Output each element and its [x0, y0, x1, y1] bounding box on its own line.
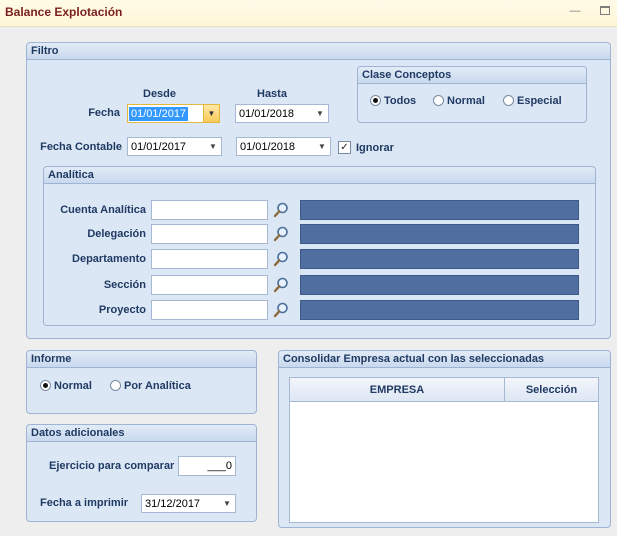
- radio-informe-normal[interactable]: Normal: [40, 380, 92, 392]
- radio-icon: [110, 380, 121, 391]
- radio-por-analitica-label: Por Analítica: [124, 380, 191, 392]
- radio-todos[interactable]: Todos: [370, 95, 416, 107]
- radio-normal-label: Normal: [447, 95, 485, 107]
- fecha-imprimir-combo[interactable]: 31/12/2017 ▼: [141, 494, 236, 513]
- radio-selected-icon: [40, 380, 51, 391]
- informe-group: Informe Normal Por Analítica: [26, 350, 257, 414]
- clase-conceptos-group: Clase Conceptos Todos Normal Especial: [357, 66, 587, 123]
- minimize-icon[interactable]: —: [568, 4, 582, 18]
- fecha-contable-desde-value: 01/01/2017: [131, 141, 187, 153]
- fecha-contable-desde-combo[interactable]: 01/01/2017 ▼: [127, 137, 222, 156]
- proyecto-description: [300, 300, 579, 320]
- desde-label: Desde: [143, 88, 177, 100]
- radio-especial-label: Especial: [517, 95, 562, 107]
- ignorar-label: Ignorar: [356, 142, 394, 154]
- magnifier-icon[interactable]: [272, 250, 290, 268]
- radio-por-analitica[interactable]: Por Analítica: [110, 380, 191, 392]
- fecha-contable-label: Fecha Contable: [40, 141, 122, 153]
- analitica-title: Analítica: [44, 167, 595, 184]
- chevron-down-icon[interactable]: ▼: [312, 105, 328, 122]
- window-body: Filtro Desde Hasta Fecha 01/01/2017 ▼ 01…: [0, 27, 617, 536]
- fecha-desde-combo[interactable]: 01/01/2017 ▼: [127, 104, 220, 123]
- delegacion-description: [300, 224, 579, 244]
- ejercicio-label: Ejercicio para comparar: [49, 460, 175, 472]
- cuenta-analitica-input[interactable]: [151, 200, 268, 220]
- radio-icon: [503, 95, 514, 106]
- fecha-imprimir-value: 31/12/2017: [145, 498, 201, 510]
- chevron-down-icon[interactable]: ▼: [314, 138, 330, 155]
- magnifier-icon[interactable]: [272, 301, 290, 319]
- cuenta-analitica-description: [300, 200, 579, 220]
- cuenta-analitica-label: Cuenta Analítica: [60, 204, 146, 216]
- analitica-group: Analítica Cuenta Analítica Delegación De…: [43, 166, 596, 326]
- datos-adicionales-group: Datos adicionales Ejercicio para compara…: [26, 424, 257, 522]
- filtro-group: Filtro Desde Hasta Fecha 01/01/2017 ▼ 01…: [26, 42, 611, 339]
- radio-informe-normal-label: Normal: [54, 380, 92, 392]
- fecha-hasta-combo[interactable]: 01/01/2018 ▼: [235, 104, 329, 123]
- radio-selected-icon: [370, 95, 381, 106]
- radio-todos-label: Todos: [384, 95, 417, 107]
- consolidar-group: Consolidar Empresa actual con las selecc…: [278, 350, 611, 528]
- chevron-down-icon[interactable]: ▼: [219, 495, 235, 512]
- fecha-hasta-value: 01/01/2018: [239, 108, 295, 120]
- empresa-column-header[interactable]: EMPRESA: [290, 378, 505, 402]
- seccion-input[interactable]: [151, 275, 268, 295]
- ignorar-checkbox[interactable]: ✓: [338, 141, 351, 154]
- datos-adicionales-title: Datos adicionales: [27, 425, 256, 442]
- delegacion-input[interactable]: [151, 224, 268, 244]
- ejercicio-input[interactable]: ___0: [178, 456, 236, 476]
- chevron-down-icon[interactable]: ▼: [203, 105, 219, 122]
- departamento-input[interactable]: [151, 249, 268, 269]
- filtro-title: Filtro: [27, 43, 610, 60]
- title-bar: Balance Explotación —: [0, 0, 617, 27]
- fecha-imprimir-label: Fecha a imprimir: [40, 497, 129, 509]
- departamento-label: Departamento: [72, 253, 146, 265]
- maximize-icon[interactable]: [598, 4, 612, 18]
- seleccion-column-header[interactable]: Selección: [505, 378, 598, 402]
- radio-especial[interactable]: Especial: [503, 95, 562, 107]
- magnifier-icon[interactable]: [272, 201, 290, 219]
- radio-normal[interactable]: Normal: [433, 95, 485, 107]
- seccion-label: Sección: [103, 279, 146, 291]
- proyecto-input[interactable]: [151, 300, 268, 320]
- consolidar-title: Consolidar Empresa actual con las selecc…: [279, 351, 610, 368]
- seccion-description: [300, 275, 579, 295]
- ejercicio-value: ___0: [207, 460, 232, 472]
- hasta-label: Hasta: [257, 88, 287, 100]
- proyecto-label: Proyecto: [98, 304, 146, 316]
- magnifier-icon[interactable]: [272, 276, 290, 294]
- informe-title: Informe: [27, 351, 256, 368]
- fecha-contable-hasta-value: 01/01/2018: [240, 141, 296, 153]
- magnifier-icon[interactable]: [272, 225, 290, 243]
- fecha-contable-hasta-combo[interactable]: 01/01/2018 ▼: [236, 137, 331, 156]
- clase-conceptos-title: Clase Conceptos: [358, 67, 586, 84]
- empresas-table[interactable]: EMPRESA Selección: [289, 377, 599, 523]
- window-title: Balance Explotación: [5, 5, 123, 19]
- departamento-description: [300, 249, 579, 269]
- radio-icon: [433, 95, 444, 106]
- delegacion-label: Delegación: [87, 228, 146, 240]
- chevron-down-icon[interactable]: ▼: [205, 138, 221, 155]
- fecha-desde-value: 01/01/2017: [129, 107, 189, 121]
- fecha-label: Fecha: [88, 107, 120, 119]
